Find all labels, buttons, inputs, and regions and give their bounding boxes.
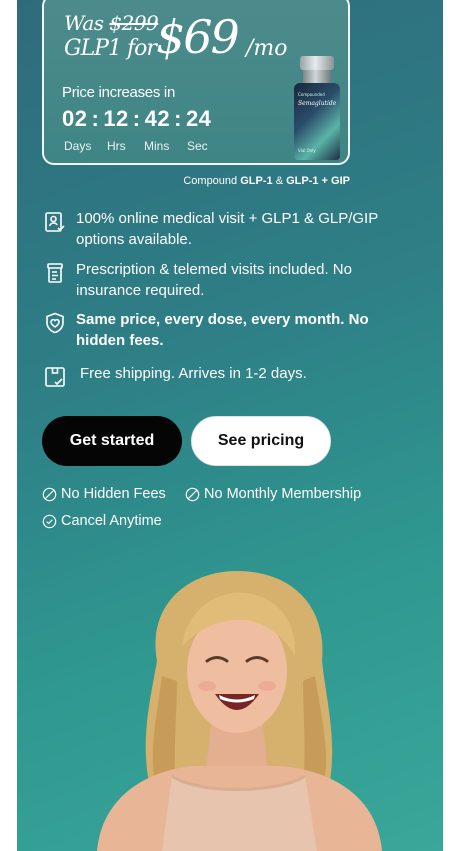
no-sign-icon	[185, 487, 200, 501]
timer-label-secs: Sec	[187, 139, 208, 153]
vial-name: Semaglutide	[298, 100, 337, 107]
compound-second: GLP-1 + GIP	[286, 175, 350, 187]
prescription-bottle-icon	[47, 263, 63, 283]
smiling-woman-image	[97, 571, 382, 851]
feature-same-price: Same price, every dose, every month. No …	[43, 309, 396, 351]
countdown-label: Price increases in	[62, 84, 175, 101]
timer-hours: 12	[103, 106, 129, 131]
heart-shield-icon	[46, 312, 64, 334]
was-label: Was	[64, 11, 104, 35]
timer-days: 02	[62, 106, 88, 131]
compound-prefix: Compound	[183, 175, 238, 187]
timer-separator: :	[91, 106, 100, 131]
timer-secs: 24	[185, 106, 212, 131]
no-sign-icon	[42, 487, 57, 501]
perk-no-membership: No Monthly Membership	[185, 486, 361, 502]
get-started-button[interactable]: Get started	[42, 416, 182, 466]
package-check-icon	[45, 367, 65, 387]
vial-footer: Vial Only	[298, 148, 316, 153]
feature-prescription: Prescription & telemed visits included. …	[43, 259, 386, 301]
feature-text: Prescription & telemed visits included. …	[76, 261, 352, 299]
feature-text: Free shipping. Arrives in 1-2 days.	[80, 365, 307, 382]
feature-online-visit: 100% online medical visit + GLP1 & GLP/G…	[43, 208, 396, 250]
timer-label-days: Days	[64, 139, 92, 153]
perk-no-hidden-fees: No Hidden Fees	[42, 486, 166, 502]
timer-separator: :	[132, 106, 141, 131]
compound-note: Compound GLP-1 & GLP-1 + GIP	[183, 175, 350, 187]
see-pricing-button[interactable]: See pricing	[191, 416, 331, 466]
timer-mins: 42	[144, 106, 171, 131]
vial-brand: Compounded	[298, 92, 325, 97]
check-circle-icon	[42, 514, 57, 528]
compound-amp: &	[275, 175, 284, 187]
current-price: $69	[156, 10, 240, 64]
was-price: Was $299	[64, 11, 159, 35]
timer-separator: :	[174, 106, 182, 131]
countdown-timer: 02 : 12 : 42 : 24	[62, 106, 211, 132]
timer-label-mins: Mins	[144, 139, 170, 153]
feature-free-shipping: Free shipping. Arrives in 1-2 days.	[43, 363, 400, 389]
price-card: Was $299 GLP1 for $69 /mo Price increase…	[42, 0, 350, 165]
timer-label-hours: Hrs	[107, 139, 126, 153]
perk-label: Cancel Anytime	[61, 513, 162, 529]
price-period: /mo	[246, 36, 288, 61]
hero-panel: Was $299 GLP1 for $69 /mo Price increase…	[17, 0, 443, 851]
medication-vial-image: Compounded Semaglutide Vial Only	[294, 56, 340, 160]
old-price: $299	[109, 11, 159, 35]
feature-text: Same price, every dose, every month. No …	[76, 311, 369, 349]
perk-label: No Monthly Membership	[204, 486, 362, 502]
feature-text: 100% online medical visit + GLP1 & GLP/G…	[76, 210, 378, 248]
doctor-badge-icon	[45, 212, 65, 232]
compound-first: GLP-1	[240, 175, 273, 187]
product-name: GLP1 for	[64, 36, 157, 61]
perk-cancel-anytime: Cancel Anytime	[42, 513, 162, 529]
perk-label: No Hidden Fees	[61, 486, 166, 502]
